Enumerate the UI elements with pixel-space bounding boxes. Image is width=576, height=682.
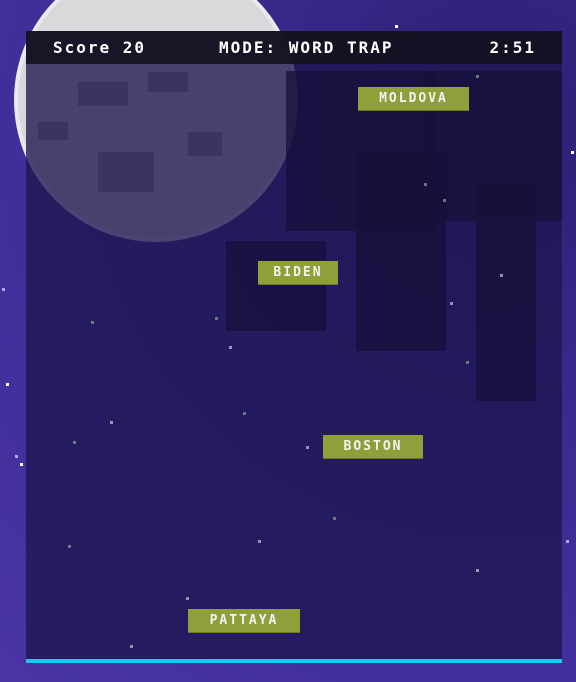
star xyxy=(229,346,232,349)
score-display: Score 20 xyxy=(53,38,147,57)
star xyxy=(258,540,261,543)
star xyxy=(91,321,94,324)
timer-display: 2:51 xyxy=(489,38,536,57)
star xyxy=(2,288,5,291)
falling-word[interactable]: PATTAYA xyxy=(188,609,300,633)
star xyxy=(566,540,569,543)
falling-word[interactable]: BOSTON xyxy=(323,435,423,459)
star xyxy=(215,317,218,320)
hud-bar: Score 20 MODE: WORD TRAP 2:51 xyxy=(26,31,562,64)
star xyxy=(333,517,336,520)
star xyxy=(186,597,189,600)
falling-word[interactable]: MOLDOVA xyxy=(358,87,469,111)
star xyxy=(68,545,71,548)
star xyxy=(395,25,398,28)
star xyxy=(476,75,479,78)
star xyxy=(466,361,469,364)
star xyxy=(424,183,427,186)
star xyxy=(243,412,246,415)
mode-display: MODE: WORD TRAP xyxy=(219,38,394,57)
star xyxy=(15,455,18,458)
star xyxy=(6,383,9,386)
star xyxy=(571,151,574,154)
star xyxy=(476,569,479,572)
star xyxy=(110,421,113,424)
star xyxy=(306,446,309,449)
falling-word[interactable]: BIDEN xyxy=(258,261,338,285)
star xyxy=(443,199,446,202)
star xyxy=(130,645,133,648)
play-area xyxy=(26,31,562,661)
star xyxy=(73,441,76,444)
floor-line xyxy=(26,659,562,663)
star xyxy=(20,463,23,466)
cloud-drip xyxy=(226,241,326,331)
game-stage: Score 20 MODE: WORD TRAP 2:51 MOLDOVA BI… xyxy=(0,0,576,682)
star xyxy=(450,302,453,305)
star xyxy=(500,274,503,277)
